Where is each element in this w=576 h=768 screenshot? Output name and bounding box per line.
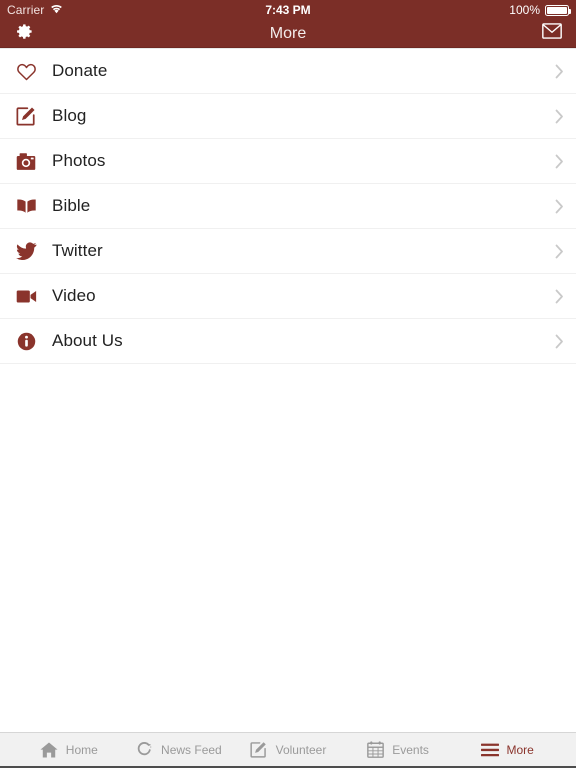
tab-events[interactable]: Events xyxy=(343,733,453,766)
settings-button[interactable] xyxy=(0,20,48,48)
chevron-right-icon xyxy=(554,108,564,124)
more-menu-list: Donate Blog Photos Bible Twitter Video A… xyxy=(0,48,576,732)
status-bar: Carrier 7:43 PM 100% xyxy=(0,0,576,20)
battery-percent-label: 100% xyxy=(509,3,540,17)
pencil-square-icon xyxy=(14,104,38,128)
tab-label: More xyxy=(506,742,534,757)
list-item-blog[interactable]: Blog xyxy=(0,94,576,139)
tab-label: Volunteer xyxy=(275,742,327,757)
list-item-label: Photos xyxy=(52,151,106,170)
battery-full-icon xyxy=(545,4,571,16)
heart-icon xyxy=(14,59,38,83)
chevron-right-icon xyxy=(554,333,564,349)
status-bar-time: 7:43 PM xyxy=(265,3,311,17)
open-book-icon xyxy=(14,194,38,218)
list-item-bible[interactable]: Bible xyxy=(0,184,576,229)
tab-label: Events xyxy=(392,742,429,757)
list-item-label: Donate xyxy=(52,61,108,80)
list-item-about-us[interactable]: About Us xyxy=(0,319,576,364)
list-item-donate[interactable]: Donate xyxy=(0,49,576,94)
carrier-label: Carrier xyxy=(7,3,45,17)
tab-bar: Home News Feed Volunteer Events More xyxy=(0,732,576,768)
calendar-icon xyxy=(366,741,384,759)
tab-more[interactable]: More xyxy=(452,733,562,766)
chevron-right-icon xyxy=(554,198,564,214)
chevron-right-icon xyxy=(554,63,564,79)
chevron-right-icon xyxy=(554,288,564,304)
messages-button[interactable] xyxy=(528,20,576,48)
page-title: More xyxy=(269,24,307,42)
battery-fill xyxy=(547,6,567,14)
camera-icon xyxy=(14,149,38,173)
twitter-bird-icon xyxy=(14,239,38,263)
gear-icon xyxy=(15,22,34,46)
list-item-label: About Us xyxy=(52,331,123,350)
envelope-icon xyxy=(542,23,562,44)
list-item-label: Video xyxy=(52,286,96,305)
hamburger-icon xyxy=(480,741,499,759)
app-root: Carrier 7:43 PM 100% More Donate Blog Ph… xyxy=(0,0,576,768)
list-item-label: Twitter xyxy=(52,241,103,260)
chevron-right-icon xyxy=(554,153,564,169)
house-icon xyxy=(40,741,58,759)
status-bar-left: Carrier xyxy=(7,3,63,17)
list-item-label: Bible xyxy=(52,196,91,215)
list-item-twitter[interactable]: Twitter xyxy=(0,229,576,274)
tab-volunteer[interactable]: Volunteer xyxy=(233,733,343,766)
status-bar-right: 100% xyxy=(509,3,571,17)
tab-news-feed[interactable]: News Feed xyxy=(124,733,234,766)
tab-label: News Feed xyxy=(161,742,222,757)
info-circle-icon xyxy=(14,329,38,353)
pencil-square-icon xyxy=(250,741,268,759)
navigation-bar: More xyxy=(0,20,576,48)
list-item-label: Blog xyxy=(52,106,87,125)
wifi-icon xyxy=(50,3,63,17)
list-item-photos[interactable]: Photos xyxy=(0,139,576,184)
video-camera-icon xyxy=(14,284,38,308)
chevron-right-icon xyxy=(554,243,564,259)
refresh-circle-icon xyxy=(135,741,153,759)
tab-home[interactable]: Home xyxy=(14,733,124,766)
list-item-video[interactable]: Video xyxy=(0,274,576,319)
tab-label: Home xyxy=(65,742,98,757)
